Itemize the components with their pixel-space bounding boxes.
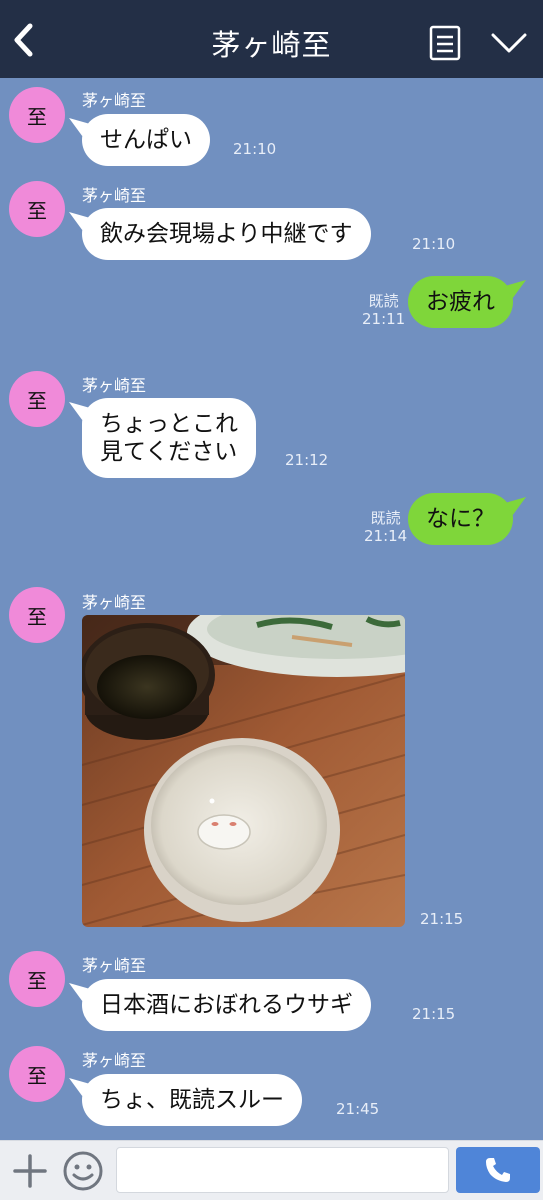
- message-bubble[interactable]: せんぱい: [82, 114, 210, 166]
- photo-message[interactable]: [82, 615, 405, 927]
- chat-header: 茅ヶ崎至: [0, 0, 543, 78]
- note-icon: [429, 25, 461, 61]
- message-list[interactable]: 至 茅ヶ崎至 せんぱい 21:10 至 茅ヶ崎至 飲み会現場より中継です 21:…: [0, 78, 543, 1140]
- sender-name: 茅ヶ崎至: [82, 91, 147, 110]
- avatar[interactable]: 至: [9, 371, 65, 427]
- sender-name: 茅ヶ崎至: [82, 376, 147, 395]
- message-time: 21:14: [364, 527, 408, 545]
- add-button[interactable]: [12, 1153, 48, 1189]
- sake-cup-photo: [82, 615, 405, 927]
- avatar[interactable]: 至: [9, 87, 65, 143]
- message-time: 21:15: [412, 1005, 456, 1023]
- avatar[interactable]: 至: [9, 951, 65, 1007]
- sender-name: 茅ヶ崎至: [82, 956, 147, 975]
- chevron-down-icon: [491, 33, 527, 53]
- message-time: 21:10: [412, 235, 456, 253]
- message-bubble[interactable]: ちょ、既読スルー: [82, 1074, 302, 1126]
- sender-name: 茅ヶ崎至: [82, 593, 147, 612]
- message-time: 21:11: [362, 310, 406, 328]
- plus-icon: [13, 1154, 47, 1188]
- sender-name: 茅ヶ崎至: [82, 1051, 147, 1070]
- sent-message-bubble[interactable]: なに？: [408, 493, 513, 545]
- message-time: 21:15: [420, 910, 464, 928]
- avatar[interactable]: 至: [9, 1046, 65, 1102]
- sender-name: 茅ヶ崎至: [82, 186, 147, 205]
- input-bar: [0, 1140, 543, 1200]
- sent-message-bubble[interactable]: お疲れ: [408, 276, 513, 328]
- message-input[interactable]: [116, 1147, 449, 1193]
- message-bubble[interactable]: 日本酒におぼれるウサギ: [82, 979, 371, 1031]
- menu-toggle-button[interactable]: [490, 30, 528, 56]
- emoji-icon: [63, 1151, 103, 1191]
- avatar[interactable]: 至: [9, 587, 65, 643]
- read-label: 既読: [368, 292, 399, 310]
- avatar[interactable]: 至: [9, 181, 65, 237]
- message-time: 21:12: [285, 451, 329, 469]
- note-button[interactable]: [428, 24, 462, 62]
- message-bubble[interactable]: 飲み会現場より中継です: [82, 208, 371, 260]
- message-time: 21:10: [233, 140, 277, 158]
- message-bubble[interactable]: ちょっとこれ 見てください: [82, 398, 256, 478]
- call-button[interactable]: [456, 1147, 540, 1193]
- read-receipt: 既読 21:11: [362, 292, 405, 328]
- phone-icon: [486, 1158, 510, 1182]
- read-label: 既読: [370, 509, 401, 527]
- read-receipt: 既読 21:14: [364, 509, 407, 545]
- message-time: 21:45: [336, 1100, 380, 1118]
- emoji-button[interactable]: [62, 1150, 104, 1192]
